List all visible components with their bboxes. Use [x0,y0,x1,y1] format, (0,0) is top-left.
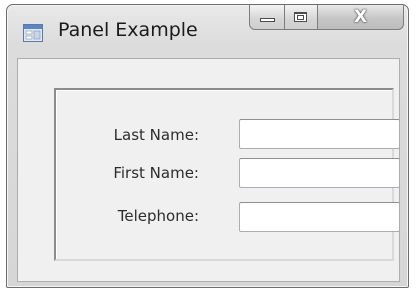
application-window: Panel Example X Last Name: First Name: T… [6,4,409,288]
form-window-icon [23,24,43,42]
first-name-input[interactable] [239,158,400,188]
window-title: Panel Example [58,19,198,41]
maximize-button[interactable] [285,5,318,30]
minimize-button[interactable] [249,5,285,30]
last-name-input[interactable] [239,119,400,149]
close-icon: X [353,7,368,27]
close-button[interactable]: X [318,5,404,30]
minimize-icon [260,18,275,22]
window-caption-buttons: X [249,5,404,30]
fields-panel: Last Name: First Name: Telephone: [54,88,400,261]
telephone-label: Telephone: [117,207,199,225]
telephone-input[interactable] [239,202,400,232]
maximize-icon [294,12,307,22]
last-name-label: Last Name: [113,126,199,144]
first-name-label: First Name: [113,164,199,182]
form-client-area: Last Name: First Name: Telephone: [17,58,400,282]
